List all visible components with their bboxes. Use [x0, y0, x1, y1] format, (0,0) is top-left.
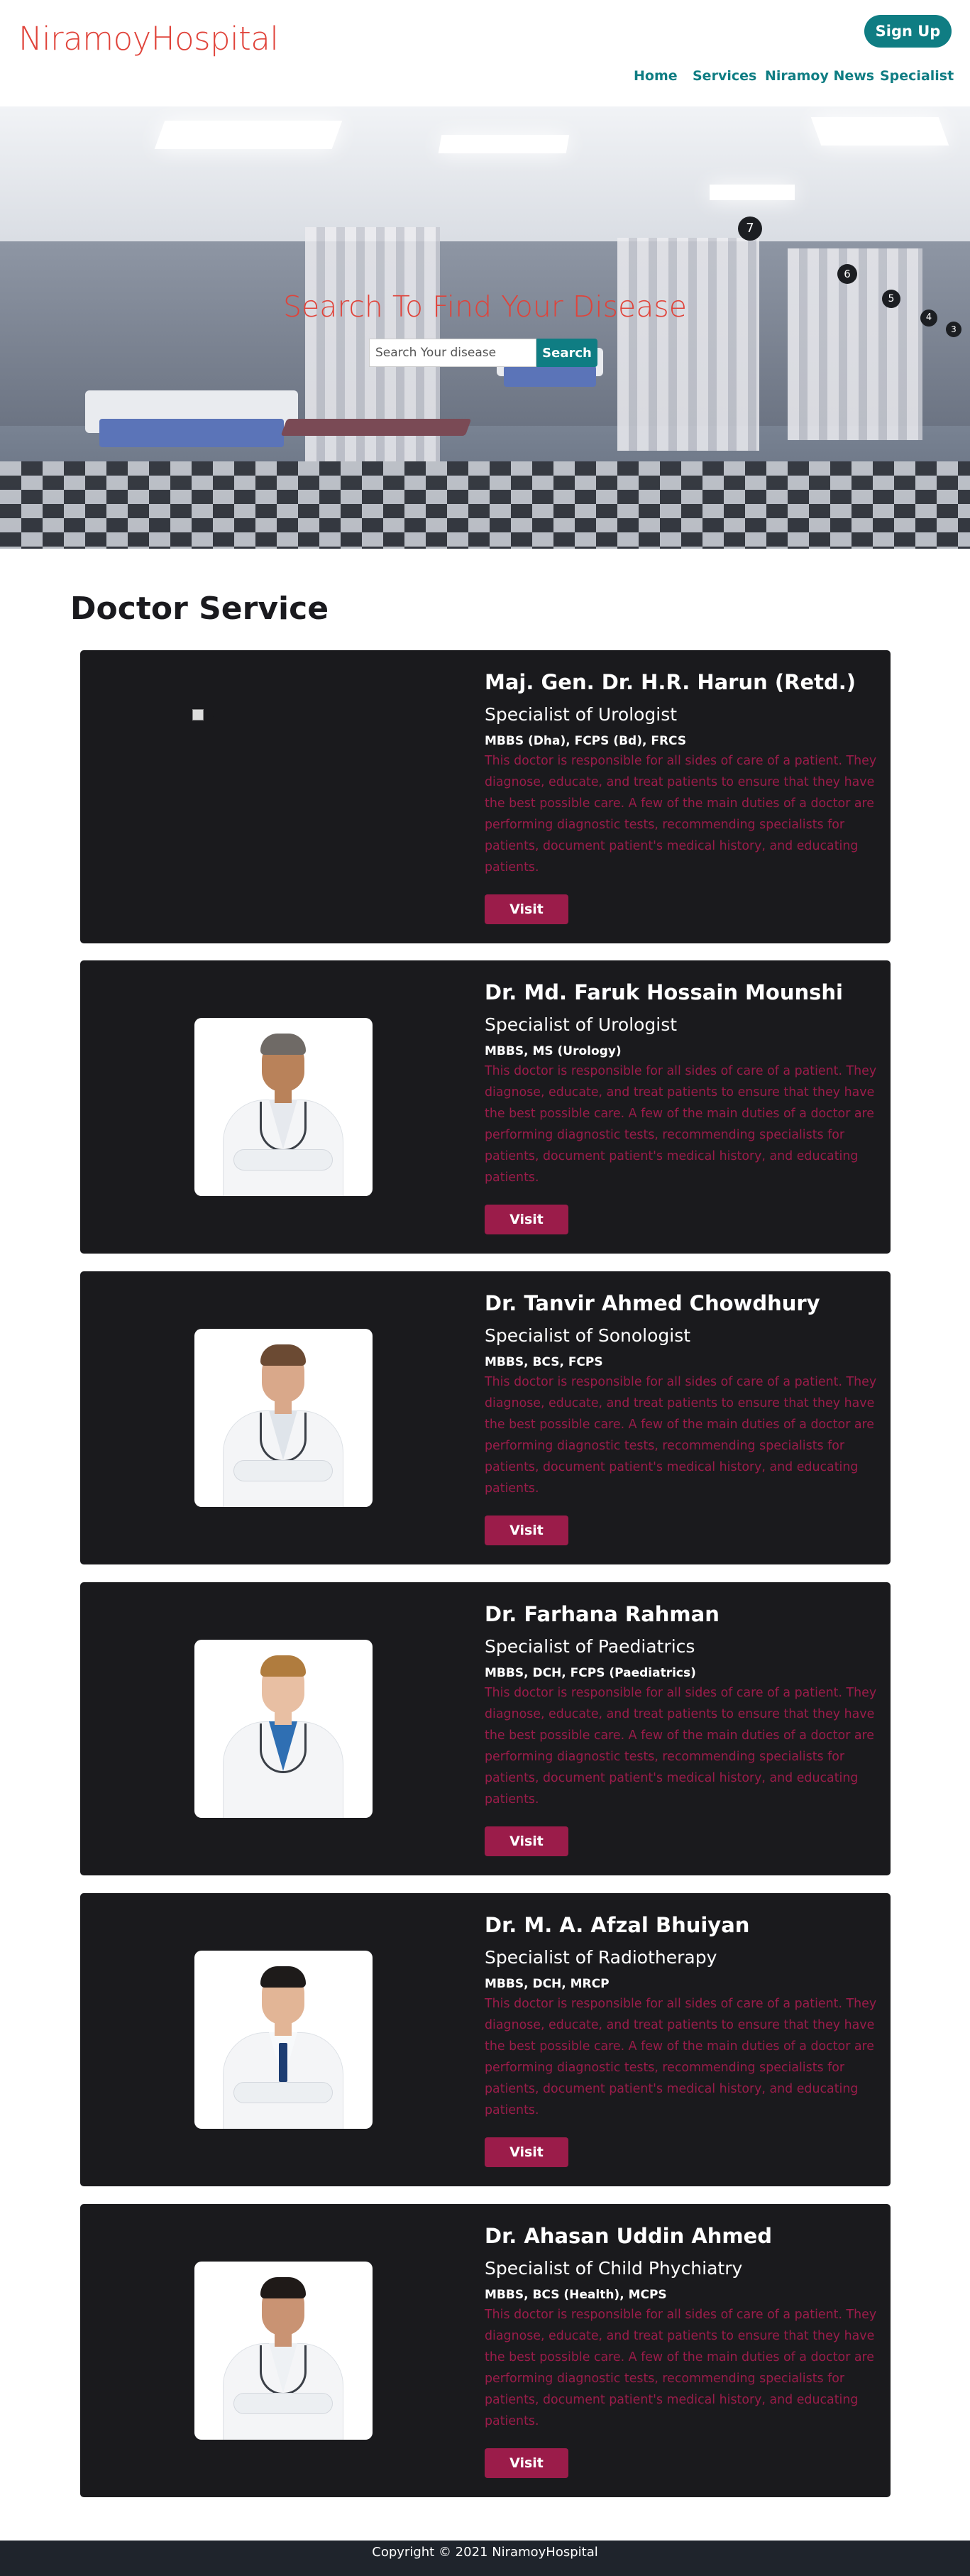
doctor-portrait [194, 1951, 373, 2129]
search-input[interactable] [369, 339, 536, 367]
doctor-specialty: Specialist of Urologist [485, 704, 678, 725]
visit-button[interactable]: Visit [485, 2448, 568, 2478]
doctor-photo [194, 1018, 373, 1196]
hero-floor [0, 461, 970, 549]
doctor-portrait [194, 1018, 373, 1196]
section-title: Doctor Service [70, 591, 329, 627]
bay-number-sign: 3 [946, 322, 961, 337]
doctor-info: Dr. M. A. Afzal Bhuiyan Specialist of Ra… [485, 1911, 891, 2121]
doctor-degrees: MBBS, DCH, FCPS (Paediatrics) [485, 1666, 696, 1680]
doctor-specialty: Specialist of Urologist [485, 1014, 678, 1035]
hero-banner: 7 6 5 4 3 Search To Find Your Disease Se… [0, 106, 970, 549]
doctor-photo: ... [192, 709, 370, 887]
doctor-degrees: MBBS, MS (Urology) [485, 1044, 622, 1058]
doctor-info: Dr. Ahasan Uddin Ahmed Specialist of Chi… [485, 2222, 891, 2432]
doctor-name: Dr. Ahasan Uddin Ahmed [485, 2224, 773, 2248]
photo-alt-text: ... [206, 709, 216, 720]
broken-image-icon [192, 709, 204, 720]
doctor-photo [194, 1329, 373, 1507]
doctor-description: This doctor is responsible for all sides… [485, 1375, 877, 1496]
doctor-name: Dr. M. A. Afzal Bhuiyan [485, 1913, 750, 1937]
visit-button[interactable]: Visit [485, 1516, 568, 1545]
doctor-specialty: Specialist of Sonologist [485, 1325, 691, 1346]
bay-number-sign: 6 [837, 264, 857, 284]
doctor-name: Dr. Farhana Rahman [485, 1602, 720, 1626]
privacy-curtain [617, 238, 759, 451]
footer: Copyright © 2021 NiramoyHospital [0, 2541, 970, 2576]
doctor-degrees: MBBS, DCH, MRCP [485, 1977, 610, 1991]
doctor-specialty: Specialist of Child Phychiatry [485, 2258, 743, 2279]
navbar: NiramoyHospital Sign Up Home Services Ni… [0, 0, 970, 106]
doctor-card: Dr. Farhana Rahman Specialist of Paediat… [80, 1582, 891, 1875]
brand-logo[interactable]: NiramoyHospital [18, 20, 279, 57]
doctor-name: Dr. Tanvir Ahmed Chowdhury [485, 1291, 820, 1315]
search-button[interactable]: Search [536, 339, 597, 367]
doctor-description: This doctor is responsible for all sides… [485, 754, 877, 875]
visit-button[interactable]: Visit [485, 1826, 568, 1856]
doctor-degrees: MBBS, BCS, FCPS [485, 1355, 603, 1369]
doctor-card: Dr. Ahasan Uddin Ahmed Specialist of Chi… [80, 2204, 891, 2497]
nav-link-services[interactable]: Services [693, 68, 756, 84]
visit-button[interactable]: Visit [485, 894, 568, 924]
doctor-photo [194, 2262, 373, 2440]
bed-blanket [99, 419, 284, 447]
bed-blanket [504, 366, 596, 387]
doctor-photo [194, 1640, 373, 1818]
doctor-photo [194, 1951, 373, 2129]
doctor-card: Dr. M. A. Afzal Bhuiyan Specialist of Ra… [80, 1893, 891, 2186]
doctor-degrees: MBBS (Dha), FCPS (Bd), FRCS [485, 734, 687, 748]
doctor-portrait [194, 2262, 373, 2440]
ceiling-light [438, 135, 570, 153]
doctor-description: This doctor is responsible for all sides… [485, 1686, 877, 1807]
doctor-name: Maj. Gen. Dr. H.R. Harun (Retd.) [485, 670, 856, 694]
doctor-degrees: MBBS, BCS (Health), MCPS [485, 2288, 667, 2302]
nav-link-niramoy-news[interactable]: Niramoy News [765, 68, 874, 84]
doctor-info: Dr. Md. Faruk Hossain Mounshi Specialist… [485, 978, 891, 1188]
ceiling-light [710, 185, 795, 200]
ceiling-light [154, 121, 343, 149]
bedside-table [280, 419, 472, 436]
nav-link-specialist[interactable]: Specialist [880, 68, 954, 84]
ceiling-light [810, 117, 949, 146]
visit-button[interactable]: Visit [485, 1205, 568, 1234]
doctor-card: Dr. Tanvir Ahmed Chowdhury Specialist of… [80, 1271, 891, 1564]
doctor-description: This doctor is responsible for all sides… [485, 2308, 877, 2428]
doctor-info: Maj. Gen. Dr. H.R. Harun (Retd.) Special… [485, 668, 891, 878]
nav-link-home[interactable]: Home [634, 68, 678, 84]
doctor-specialty: Specialist of Radiotherapy [485, 1947, 717, 1968]
doctor-card: ... Maj. Gen. Dr. H.R. Harun (Retd.) Spe… [80, 650, 891, 943]
doctor-card: Dr. Md. Faruk Hossain Mounshi Specialist… [80, 960, 891, 1254]
doctor-name: Dr. Md. Faruk Hossain Mounshi [485, 980, 843, 1004]
bay-number-sign: 7 [738, 217, 762, 241]
doctor-specialty: Specialist of Paediatrics [485, 1636, 695, 1657]
hero-title: Search To Find Your Disease [283, 290, 687, 324]
doctor-description: This doctor is responsible for all sides… [485, 1064, 877, 1185]
doctor-description: This doctor is responsible for all sides… [485, 1997, 877, 2117]
copyright-text: Copyright © 2021 NiramoyHospital [372, 2545, 598, 2560]
doctor-portrait [194, 1329, 373, 1507]
visit-button[interactable]: Visit [485, 2137, 568, 2167]
doctor-info: Dr. Tanvir Ahmed Chowdhury Specialist of… [485, 1289, 891, 1499]
doctor-portrait [194, 1640, 373, 1818]
doctor-info: Dr. Farhana Rahman Specialist of Paediat… [485, 1600, 891, 1810]
signup-button[interactable]: Sign Up [864, 15, 952, 48]
